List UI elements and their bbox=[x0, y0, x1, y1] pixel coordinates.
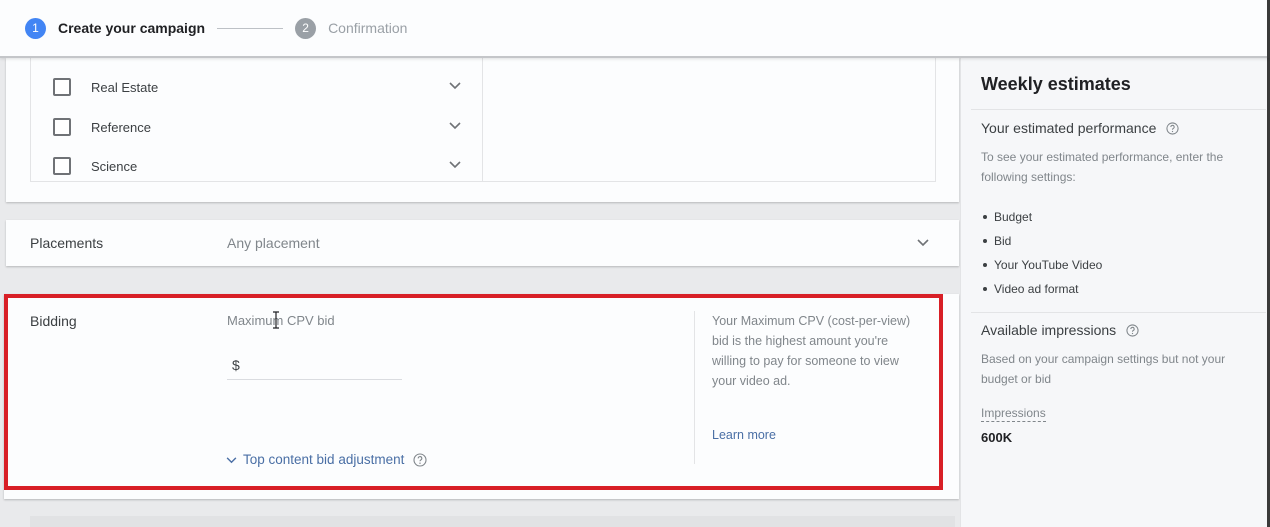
topic-row[interactable]: Science bbox=[31, 151, 483, 181]
step-label: Confirmation bbox=[328, 20, 408, 36]
topic-label: Real Estate bbox=[91, 79, 159, 95]
available-impressions-heading: Available impressions bbox=[981, 322, 1139, 338]
estimated-performance-heading: Your estimated performance bbox=[981, 120, 1179, 136]
chevron-down-icon[interactable] bbox=[449, 122, 461, 132]
bullet-icon bbox=[983, 287, 987, 291]
required-settings-list: Budget Bid Your YouTube Video Video ad f… bbox=[981, 205, 1102, 301]
step-label: Create your campaign bbox=[58, 20, 206, 36]
learn-more-link[interactable]: Learn more bbox=[712, 428, 776, 442]
chevron-down-icon[interactable] bbox=[449, 161, 461, 171]
topic-label: Reference bbox=[91, 119, 151, 135]
stepper-bar: 1 Create your campaign 2 Confirmation bbox=[0, 0, 1270, 58]
topic-row[interactable]: Reference bbox=[31, 112, 483, 142]
heading-text: Your estimated performance bbox=[981, 120, 1157, 136]
list-item-label: Bid bbox=[994, 234, 1012, 248]
divider bbox=[971, 109, 1266, 110]
list-item: Bid bbox=[981, 229, 1102, 253]
list-item: Budget bbox=[981, 205, 1102, 229]
performance-description: To see your estimated performance, enter… bbox=[981, 150, 1224, 184]
max-cpv-input[interactable] bbox=[245, 356, 396, 373]
topic-list[interactable]: Real Estate Reference Science bbox=[31, 58, 483, 181]
topic-checkbox[interactable] bbox=[53, 157, 71, 175]
top-content-link: Top content bid adjustment bbox=[243, 452, 405, 467]
divider bbox=[971, 312, 1266, 313]
panel-title: Weekly estimates bbox=[981, 74, 1131, 94]
impressions-metric-label[interactable]: Impressions bbox=[981, 406, 1046, 422]
impressions-description: Based on your campaign settings but not … bbox=[981, 352, 1226, 386]
step-number-badge: 1 bbox=[25, 17, 46, 39]
bid-help-text: Your Maximum CPV (cost-per-view) bid is … bbox=[712, 314, 911, 388]
heading-text: Available impressions bbox=[981, 322, 1117, 338]
step-number-badge: 2 bbox=[295, 17, 317, 39]
list-item-label: Budget bbox=[994, 210, 1033, 224]
max-cpv-field[interactable]: $ bbox=[227, 350, 402, 380]
chevron-down-icon bbox=[226, 452, 237, 467]
section-label: Bidding bbox=[30, 313, 77, 329]
chevron-down-icon[interactable] bbox=[917, 239, 929, 249]
currency-symbol: $ bbox=[232, 356, 240, 373]
list-item: Video ad format bbox=[981, 277, 1102, 301]
chevron-down-icon[interactable] bbox=[449, 82, 461, 92]
list-item-label: Your YouTube Video bbox=[994, 258, 1103, 272]
topic-row[interactable]: Real Estate bbox=[31, 72, 483, 102]
topic-checkbox[interactable] bbox=[53, 78, 71, 96]
help-icon[interactable] bbox=[1166, 121, 1179, 135]
bullet-icon bbox=[983, 215, 987, 219]
section-label: Placements bbox=[30, 235, 104, 251]
step-create-campaign[interactable]: 1 Create your campaign bbox=[25, 17, 206, 39]
help-icon[interactable] bbox=[413, 452, 427, 467]
next-section-placeholder bbox=[30, 516, 955, 527]
topic-checkbox[interactable] bbox=[53, 118, 71, 136]
placements-value: Any placement bbox=[227, 235, 320, 251]
top-content-bid-adjustment-toggle[interactable]: Top content bid adjustment bbox=[226, 452, 427, 467]
step-connector bbox=[217, 27, 284, 29]
topic-label: Science bbox=[91, 158, 138, 174]
max-cpv-label: Maximum CPV bid bbox=[227, 313, 335, 328]
divider bbox=[694, 311, 695, 464]
help-icon[interactable] bbox=[1126, 323, 1139, 337]
impressions-metric-value: 600K bbox=[981, 430, 1013, 445]
campaign-form: Real Estate Reference Science Placements… bbox=[0, 58, 960, 527]
placements-section[interactable]: Placements Any placement bbox=[6, 220, 959, 266]
bullet-icon bbox=[983, 239, 987, 243]
list-item-label: Video ad format bbox=[994, 282, 1079, 296]
list-item: Your YouTube Video bbox=[981, 253, 1102, 277]
step-confirmation[interactable]: 2 Confirmation bbox=[295, 17, 408, 39]
topics-card: Real Estate Reference Science bbox=[6, 58, 959, 202]
weekly-estimates-panel: Weekly estimates Your estimated performa… bbox=[960, 58, 1267, 527]
text-cursor-icon bbox=[272, 311, 280, 329]
bullet-icon bbox=[983, 263, 987, 267]
topic-picker: Real Estate Reference Science bbox=[30, 58, 936, 182]
bidding-section: Bidding Maximum CPV bid $ Top content bi… bbox=[4, 294, 959, 499]
